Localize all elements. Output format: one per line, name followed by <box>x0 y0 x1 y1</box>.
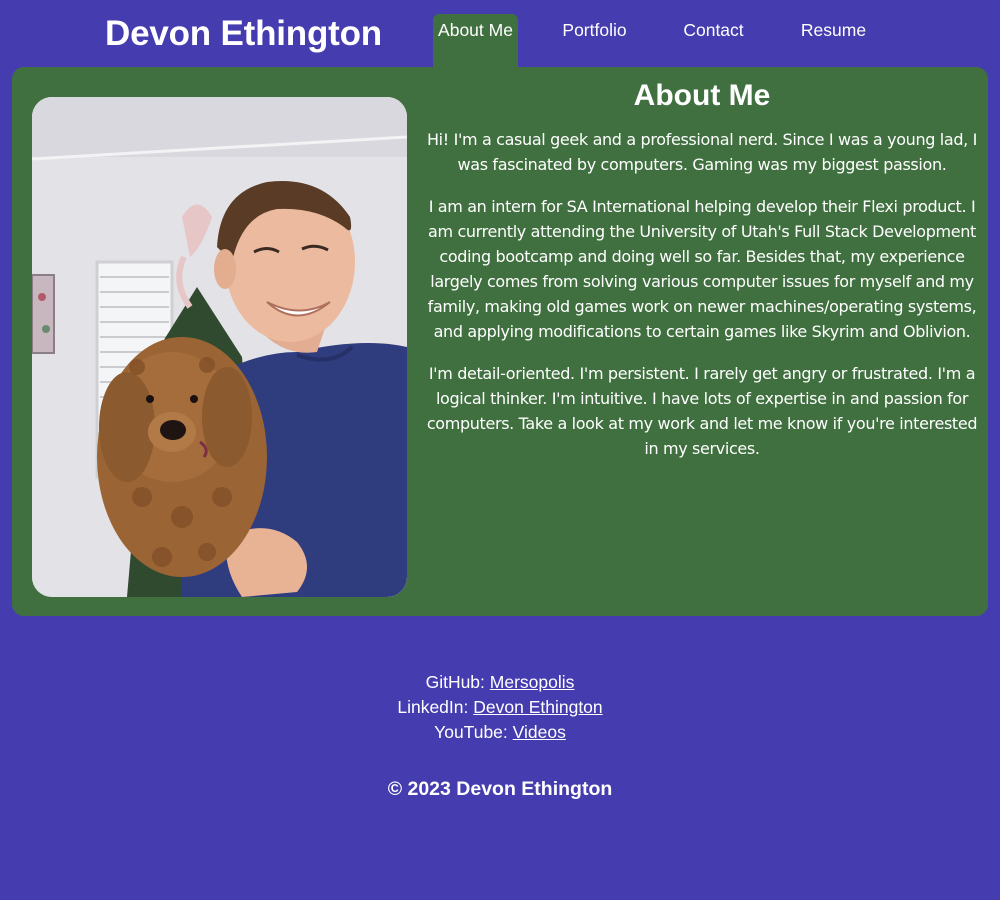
youtube-row: YouTube: Videos <box>0 720 1000 745</box>
nav-tab-about-me[interactable]: About Me <box>433 14 518 67</box>
about-title: About Me <box>633 79 771 112</box>
youtube-label: YouTube: <box>434 722 508 742</box>
linkedin-link[interactable]: Devon Ethington <box>473 697 602 717</box>
youtube-link[interactable]: Videos <box>513 722 566 742</box>
site-footer: GitHub: Mersopolis LinkedIn: Devon Ethin… <box>0 670 1000 801</box>
copyright: © 2023 Devon Ethington <box>387 778 613 800</box>
linkedin-label: LinkedIn: <box>397 697 469 717</box>
github-link[interactable]: Mersopolis <box>490 672 575 692</box>
nav-tab-contact[interactable]: Contact <box>671 14 756 67</box>
site-header: Devon Ethington About Me Portfolio Conta… <box>0 0 1000 67</box>
about-panel: About Me Hi! I'm a casual geek and a pro… <box>12 67 988 616</box>
linkedin-row: LinkedIn: Devon Ethington <box>0 695 1000 720</box>
nav-tab-resume[interactable]: Resume <box>791 14 876 67</box>
profile-photo <box>32 97 407 597</box>
about-paragraph: Hi! I'm a casual geek and a professional… <box>427 130 977 174</box>
main-nav: About Me Portfolio Contact Resume <box>0 0 1000 67</box>
about-section: About Me Hi! I'm a casual geek and a pro… <box>426 77 978 478</box>
about-paragraph: I'm detail-oriented. I'm persistent. I r… <box>426 364 978 458</box>
github-row: GitHub: Mersopolis <box>0 670 1000 695</box>
about-paragraph: I am an intern for SA International help… <box>427 197 977 341</box>
nav-tab-portfolio[interactable]: Portfolio <box>552 14 637 67</box>
github-label: GitHub: <box>425 672 485 692</box>
